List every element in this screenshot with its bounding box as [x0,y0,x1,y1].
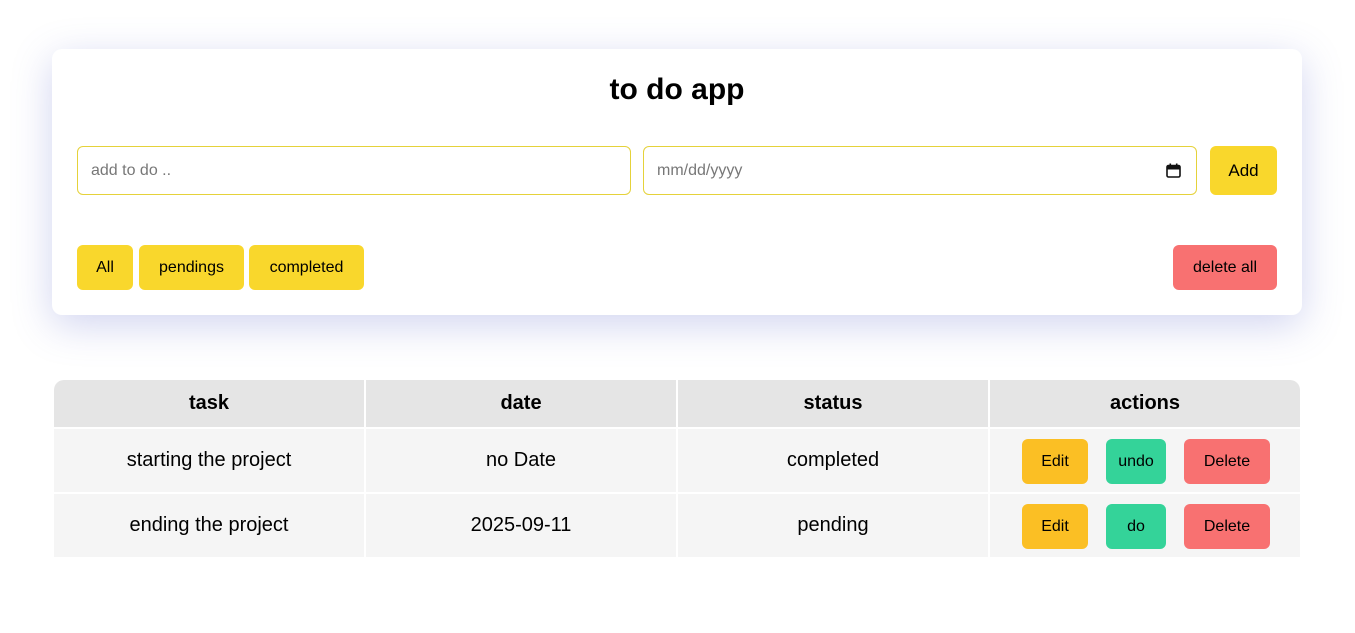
app-title: to do app [609,73,745,106]
header-date: date [366,380,676,427]
actions-cell: Edit undo Delete [990,429,1300,492]
header-status: status [678,380,988,427]
task-cell: starting the project [54,429,364,492]
status-cell: pending [678,494,988,557]
delete-all-button[interactable]: delete all [1173,245,1277,290]
table-header: task date status actions [54,380,1300,427]
undo-button[interactable]: undo [1106,439,1166,484]
task-input[interactable] [77,146,631,195]
table-row: starting the project no Date completed E… [54,429,1300,492]
add-button[interactable]: Add [1210,146,1277,195]
edit-button[interactable]: Edit [1022,504,1088,549]
delete-button[interactable]: Delete [1184,504,1270,549]
header-actions: actions [990,380,1300,427]
header-task: task [54,380,364,427]
status-cell: completed [678,429,988,492]
todo-table: task date status actions starting the pr… [54,380,1300,557]
filter-pending-button[interactable]: pendings [139,245,244,290]
edit-button[interactable]: Edit [1022,439,1088,484]
table-row: ending the project 2025-09-11 pending Ed… [54,494,1300,557]
do-button[interactable]: do [1106,504,1166,549]
filter-all-button[interactable]: All [77,245,133,290]
filter-completed-button[interactable]: completed [249,245,364,290]
date-cell: 2025-09-11 [366,494,676,557]
task-cell: ending the project [54,494,364,557]
actions-cell: Edit do Delete [990,494,1300,557]
delete-button[interactable]: Delete [1184,439,1270,484]
calendar-icon[interactable] [1166,163,1181,178]
date-placeholder: mm/dd/yyyy [657,162,743,179]
todo-card: to do app mm/dd/yyyy Add All pendings co… [52,49,1302,315]
date-cell: no Date [366,429,676,492]
date-input[interactable]: mm/dd/yyyy [643,146,1197,195]
